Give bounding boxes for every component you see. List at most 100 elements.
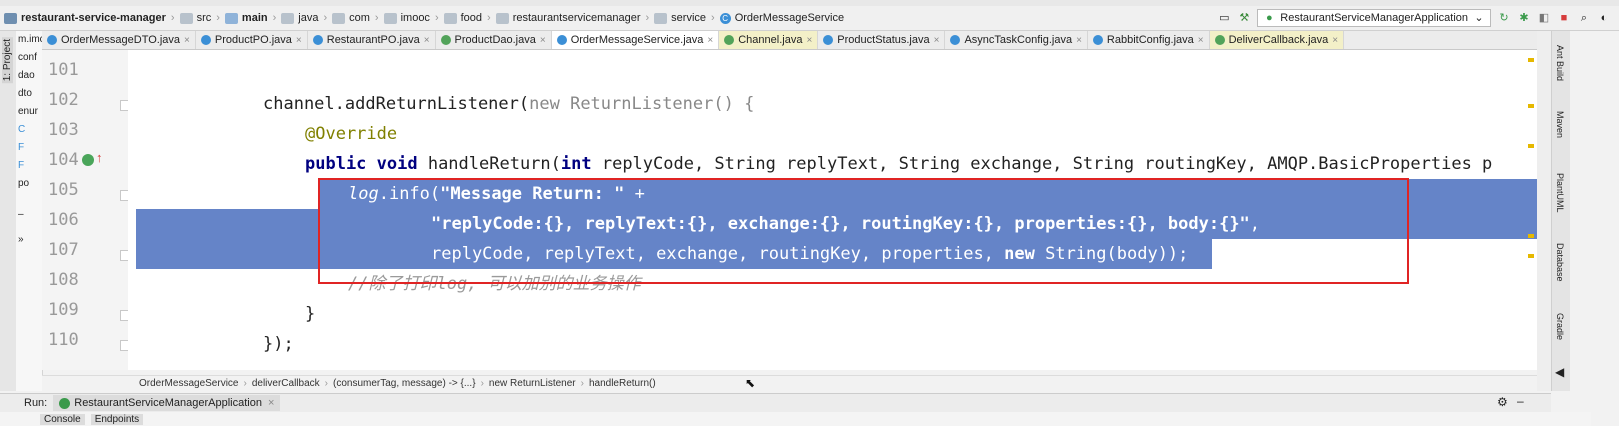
tab-ordermessageservice[interactable]: OrderMessageService.java × xyxy=(551,31,720,49)
right-tool-strip: Ant Build Maven PlantUML Database Gradle… xyxy=(1551,31,1570,391)
tab-ordermessagedto[interactable]: OrderMessageDTO.java × xyxy=(42,31,196,49)
tab-rabbitconfig[interactable]: RabbitConfig.java × xyxy=(1088,31,1210,49)
maven-tool-button[interactable]: Maven xyxy=(1555,111,1565,138)
line-number: 104 xyxy=(48,150,79,170)
close-icon[interactable]: × xyxy=(540,35,546,46)
line-number: 102 xyxy=(48,90,79,110)
line-number: 108 xyxy=(48,270,79,290)
project-tree-item[interactable]: dao xyxy=(18,70,35,81)
warning-marker[interactable] xyxy=(1528,234,1534,238)
project-tree-item[interactable]: » xyxy=(18,234,24,245)
structure-breadcrumb: OrderMessageService › deliverCallback › (c… xyxy=(42,375,1537,391)
project-tree-item[interactable]: F xyxy=(18,160,24,171)
window-bottom-edge xyxy=(0,426,1619,440)
project-tree-item[interactable]: – xyxy=(18,209,24,220)
database-tool-button[interactable]: Database xyxy=(1555,243,1565,282)
breadcrumb-src[interactable]: src xyxy=(176,12,216,24)
package-icon xyxy=(654,12,668,24)
close-icon[interactable]: × xyxy=(707,35,713,46)
package-icon xyxy=(383,12,397,24)
coverage-icon[interactable]: ◧ xyxy=(1537,11,1551,25)
structure-crumb[interactable]: deliverCallback xyxy=(247,378,325,389)
interface-icon xyxy=(724,35,735,45)
interface-icon xyxy=(1214,35,1225,45)
class-icon xyxy=(950,35,961,45)
console-tab[interactable]: Console xyxy=(40,413,85,425)
structure-crumb[interactable]: OrderMessageService xyxy=(134,378,243,389)
close-icon[interactable]: × xyxy=(1076,35,1082,46)
line-number: 107 xyxy=(48,240,79,260)
project-tree-item[interactable]: dto xyxy=(18,88,32,99)
close-icon[interactable]: × xyxy=(1332,35,1338,46)
close-icon[interactable]: × xyxy=(184,35,190,46)
left-tool-strip: 1: Project xyxy=(0,31,17,391)
class-icon xyxy=(47,35,57,45)
project-tree-item[interactable]: conf xyxy=(18,52,37,63)
plantuml-tool-button[interactable]: PlantUML xyxy=(1555,173,1565,213)
code-editor[interactable]: channel.addReturnListener(new ReturnList… xyxy=(128,50,1537,370)
tab-productstatus[interactable]: ProductStatus.java × xyxy=(818,31,946,49)
close-icon[interactable]: × xyxy=(806,35,812,46)
console-tabs: Console Endpoints xyxy=(0,412,1591,426)
breadcrumb-java[interactable]: java xyxy=(277,12,322,24)
close-icon[interactable]: × xyxy=(296,35,302,46)
close-icon[interactable]: × xyxy=(268,397,274,409)
collapse-left-icon[interactable]: ◀ xyxy=(1555,365,1564,379)
breadcrumb-food[interactable]: food xyxy=(440,12,486,24)
project-tree-item[interactable]: F xyxy=(18,142,24,153)
project-tree-item[interactable]: po xyxy=(18,178,29,189)
structure-crumb[interactable]: (consumerTag, message) -> {...} xyxy=(328,378,481,389)
project-tree-item[interactable]: m.imc xyxy=(18,34,42,45)
gradle-tool-button[interactable]: Gradle xyxy=(1555,313,1565,340)
override-arrow-icon[interactable]: ↑ xyxy=(96,150,103,165)
endpoints-tab[interactable]: Endpoints xyxy=(90,413,144,425)
tab-productdao[interactable]: ProductDao.java × xyxy=(436,31,552,49)
warning-marker[interactable] xyxy=(1528,58,1534,62)
run-tab[interactable]: RestaurantServiceManagerApplication × xyxy=(53,395,281,411)
code-line-105: log.info("Message Return: " + xyxy=(348,184,645,204)
stop-icon[interactable]: ■ xyxy=(1557,11,1571,25)
code-line-108: //除了打印log, 可以加别的业务操作 xyxy=(348,274,641,294)
class-icon xyxy=(200,35,211,45)
tab-asynctaskconfig[interactable]: AsyncTaskConfig.java × xyxy=(945,31,1088,49)
project-tool-button[interactable]: 1: Project xyxy=(2,37,13,84)
tab-channel[interactable]: Channel.java × xyxy=(719,31,819,49)
layout-icon[interactable]: ▭ xyxy=(1217,11,1231,25)
close-icon[interactable]: × xyxy=(424,35,430,46)
build-hammer-icon[interactable]: ⚒ xyxy=(1237,11,1251,25)
profile-icon[interactable]: ◐ xyxy=(1597,11,1611,25)
breadcrumb-restaurantservicemanager[interactable]: restaurantservicemanager xyxy=(492,12,645,24)
project-tree-item[interactable]: C xyxy=(18,124,25,135)
warning-marker[interactable] xyxy=(1528,254,1534,258)
search-icon[interactable]: ⌕ xyxy=(1577,11,1591,25)
breadcrumb-ordermessageservice[interactable]: C OrderMessageService xyxy=(716,12,848,24)
line-number: 109 xyxy=(48,300,79,320)
project-tree-item[interactable]: enur xyxy=(18,106,38,117)
debug-bug-icon[interactable]: ✱ xyxy=(1517,11,1531,25)
project-panel: m.imc conf dao dto enur C F F po – » xyxy=(16,31,43,391)
line-number: 103 xyxy=(48,120,79,140)
tab-delivercallback[interactable]: DeliverCallback.java × xyxy=(1209,31,1345,49)
ant-build-tool-button[interactable]: Ant Build xyxy=(1555,45,1565,81)
close-icon[interactable]: × xyxy=(934,35,940,46)
run-configuration-select[interactable]: ● RestaurantServiceManagerApplication ⌄ xyxy=(1257,9,1491,27)
gear-icon[interactable]: ⚙ xyxy=(1497,395,1508,409)
package-icon xyxy=(332,12,346,24)
warning-marker[interactable] xyxy=(1528,144,1534,148)
breadcrumb-imooc[interactable]: imooc xyxy=(380,12,434,24)
breadcrumb-main[interactable]: main xyxy=(221,12,272,24)
breadcrumb-module[interactable]: restaurant-service-manager xyxy=(0,12,170,24)
minimize-icon[interactable]: – xyxy=(1517,394,1524,408)
implements-gutter-icon[interactable] xyxy=(82,154,94,166)
structure-crumb[interactable]: new ReturnListener xyxy=(484,378,581,389)
close-icon[interactable]: × xyxy=(1198,35,1204,46)
rerun-icon[interactable]: ↻ xyxy=(1497,11,1511,25)
structure-crumb[interactable]: handleReturn() xyxy=(584,378,661,389)
tab-productpo[interactable]: ProductPO.java × xyxy=(196,31,308,49)
breadcrumb-com[interactable]: com xyxy=(328,12,374,24)
code-line-109: } xyxy=(305,304,316,324)
folder-icon xyxy=(179,12,193,24)
tab-restaurantpo[interactable]: RestaurantPO.java × xyxy=(308,31,436,49)
warning-marker[interactable] xyxy=(1528,104,1534,108)
breadcrumb-service[interactable]: service xyxy=(650,12,710,24)
